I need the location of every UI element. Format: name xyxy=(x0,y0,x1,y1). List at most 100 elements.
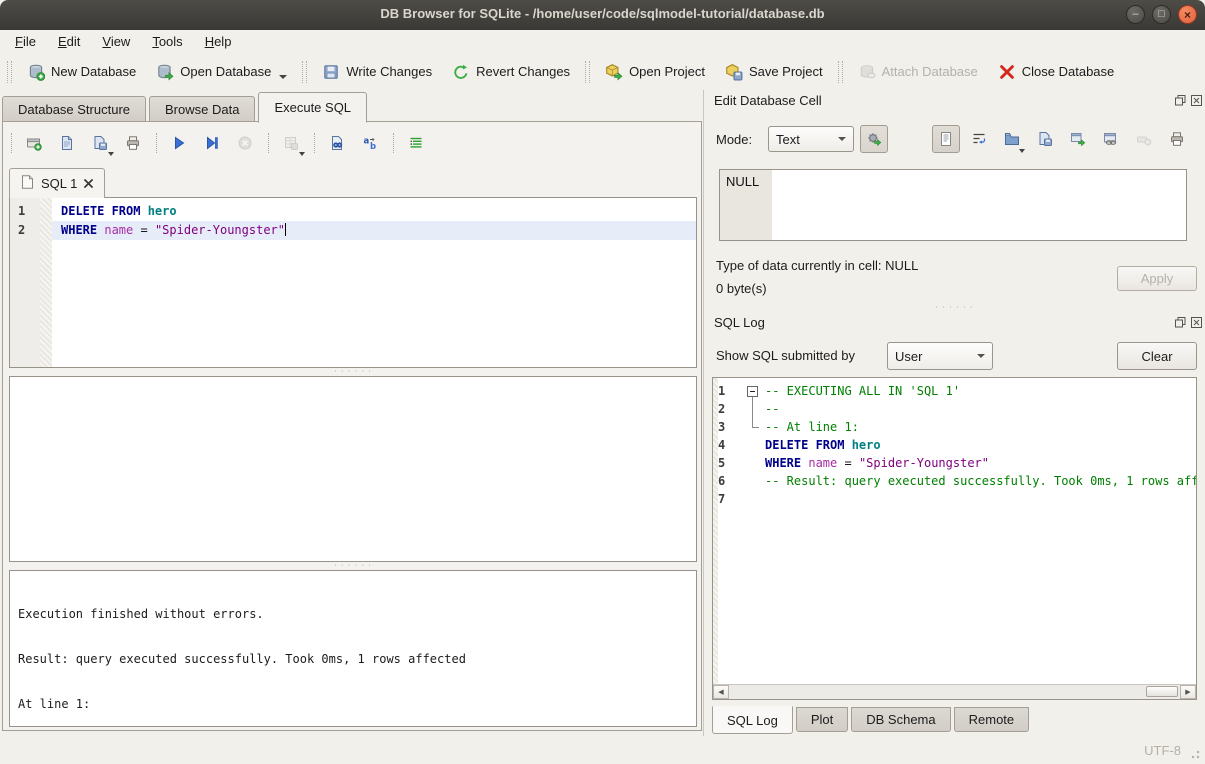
replace-in-sql-icon[interactable]: ab xyxy=(357,131,383,155)
fold-marker-collapse-icon[interactable] xyxy=(745,382,761,400)
menu-view[interactable]: View xyxy=(91,31,141,52)
log-lines: 1 -- EXECUTING ALL IN 'SQL 1' 2 -- 3 -- … xyxy=(713,382,1196,508)
save-sql-dropdown-icon[interactable] xyxy=(108,152,114,156)
resize-grip[interactable] xyxy=(1190,749,1200,759)
open-database-button[interactable]: Open Database xyxy=(146,59,297,85)
scroll-left-icon[interactable]: ◀ xyxy=(713,685,729,699)
revert-changes-button[interactable]: Revert Changes xyxy=(442,59,580,85)
database-new-icon xyxy=(27,63,45,81)
fold-guide-line xyxy=(745,400,761,418)
tab-database-structure[interactable]: Database Structure xyxy=(2,96,146,122)
close-database-button[interactable]: Close Database xyxy=(988,59,1125,85)
close-database-label: Close Database xyxy=(1022,64,1115,79)
close-tab-icon[interactable] xyxy=(84,176,93,191)
attach-database-button: Attach Database xyxy=(848,59,988,85)
line-number: 7 xyxy=(718,490,742,508)
tab-browse-data[interactable]: Browse Data xyxy=(149,96,255,122)
save-results-dropdown-icon xyxy=(299,152,305,156)
database-open-icon xyxy=(156,63,174,81)
tab-sql-log[interactable]: SQL Log xyxy=(712,706,793,734)
execute-all-icon[interactable] xyxy=(166,131,192,155)
open-project-button[interactable]: Open Project xyxy=(595,59,715,85)
open-database-dropdown-icon[interactable] xyxy=(279,75,287,79)
scrollbar-track[interactable] xyxy=(729,685,1180,699)
tab-execute-sql[interactable]: Execute SQL xyxy=(258,92,367,123)
new-sql-tab-icon[interactable] xyxy=(21,131,47,155)
minimize-button[interactable]: – xyxy=(1126,5,1145,24)
toolbar-drag-handle xyxy=(11,133,12,153)
save-project-label: Save Project xyxy=(749,64,823,79)
encoding-status: UTF-8 xyxy=(1144,743,1181,758)
execute-sql-panel: ab SQL 1 1 DELETE FROM hero 2 WHERE name… xyxy=(2,121,702,731)
splitter-handle[interactable] xyxy=(9,368,697,376)
scrollbar-thumb[interactable] xyxy=(1146,686,1178,697)
tab-db-schema[interactable]: DB Schema xyxy=(851,707,950,732)
toolbar-separator xyxy=(838,61,843,83)
open-in-app-icon[interactable] xyxy=(1066,126,1090,152)
attach-database-label: Attach Database xyxy=(882,64,978,79)
app-window: DB Browser for SQLite - /home/user/code/… xyxy=(0,0,1205,764)
find-in-sql-icon[interactable] xyxy=(324,131,350,155)
menu-edit[interactable]: Edit xyxy=(47,31,91,52)
log-line: 1 -- EXECUTING ALL IN 'SQL 1' xyxy=(713,382,1196,400)
print-cell-icon[interactable] xyxy=(1165,126,1189,152)
execution-message-pane[interactable]: Execution finished without errors. Resul… xyxy=(9,570,697,727)
save-project-button[interactable]: Save Project xyxy=(715,59,833,85)
save-sql-file-icon[interactable] xyxy=(87,131,113,155)
close-panel-icon[interactable] xyxy=(1190,316,1203,329)
auto-switch-mode-button[interactable] xyxy=(860,125,888,153)
splitter-handle[interactable] xyxy=(9,562,697,570)
menu-file[interactable]: File xyxy=(4,31,47,52)
cell-value-editor[interactable]: NULL xyxy=(719,169,1187,241)
mode-select[interactable]: Text xyxy=(768,126,854,152)
revert-changes-icon xyxy=(452,63,470,81)
close-panel-icon[interactable] xyxy=(1190,94,1203,107)
menu-help[interactable]: Help xyxy=(194,31,243,52)
sql-log-title: SQL Log xyxy=(714,315,765,330)
save-data-icon[interactable] xyxy=(1033,126,1057,152)
text-mode-button[interactable] xyxy=(932,125,960,153)
import-dropdown-icon[interactable] xyxy=(1019,149,1025,153)
write-changes-button[interactable]: Write Changes xyxy=(312,59,442,85)
maximize-button[interactable]: □ xyxy=(1152,5,1171,24)
titlebar[interactable]: DB Browser for SQLite - /home/user/code/… xyxy=(0,0,1205,30)
open-sql-file-icon[interactable] xyxy=(54,131,80,155)
menu-tools[interactable]: Tools xyxy=(141,31,193,52)
word-wrap-icon[interactable] xyxy=(967,126,991,152)
float-panel-icon[interactable] xyxy=(1174,316,1187,329)
new-database-button[interactable]: New Database xyxy=(17,59,146,85)
scroll-right-icon[interactable]: ▶ xyxy=(1180,685,1196,699)
format-sql-icon[interactable] xyxy=(403,131,429,155)
toolbar-drag-handle[interactable] xyxy=(7,61,12,83)
log-filter-select[interactable]: User xyxy=(887,342,993,370)
execute-current-line-icon[interactable] xyxy=(199,131,225,155)
sql-toolbar: ab xyxy=(11,130,436,156)
main-tab-bar: Database Structure Browse Data Execute S… xyxy=(2,90,370,122)
save-results-icon xyxy=(278,131,304,155)
sql-document-tab[interactable]: SQL 1 xyxy=(9,168,105,198)
line-number: 1 xyxy=(10,202,40,221)
svg-text:b: b xyxy=(370,142,376,151)
float-panel-icon[interactable] xyxy=(1174,94,1187,107)
import-data-icon[interactable] xyxy=(1000,126,1024,152)
tab-plot[interactable]: Plot xyxy=(796,707,848,732)
sql-editor[interactable]: 1 DELETE FROM hero 2 WHERE name = "Spide… xyxy=(9,197,697,368)
save-project-icon xyxy=(725,63,743,81)
log-filter-label: Show SQL submitted by xyxy=(716,348,855,363)
copy-link-icon[interactable] xyxy=(1099,126,1123,152)
print-sql-icon[interactable] xyxy=(120,131,146,155)
sql-log-view[interactable]: 1 -- EXECUTING ALL IN 'SQL 1' 2 -- 3 -- … xyxy=(712,377,1197,700)
clear-log-button[interactable]: Clear xyxy=(1117,342,1197,370)
log-line: 5 WHERE name = "Spider-Youngster" xyxy=(713,454,1196,472)
line-number: 2 xyxy=(718,400,742,418)
message-line: Execution finished without errors. xyxy=(18,607,688,622)
line-number: 6 xyxy=(718,472,742,490)
query-results-pane[interactable] xyxy=(9,376,697,562)
close-button[interactable]: × xyxy=(1178,5,1197,24)
tab-remote[interactable]: Remote xyxy=(954,707,1030,732)
cell-value: NULL xyxy=(726,174,759,189)
line-number: 5 xyxy=(718,454,742,472)
splitter-handle[interactable] xyxy=(704,304,1205,312)
toolbar-separator xyxy=(585,61,590,83)
horizontal-scrollbar[interactable]: ◀ ▶ xyxy=(713,684,1196,699)
